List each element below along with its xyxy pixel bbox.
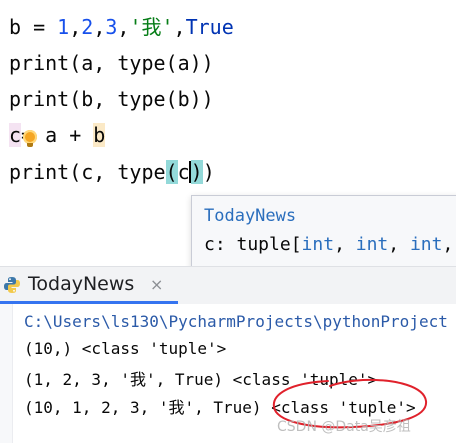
code-token: (	[165, 160, 178, 184]
quick-doc-popup: TodayNews c: tuple[int, int, int,	[191, 195, 456, 270]
console-line[interactable]: C:\Users\ls130\PycharmProjects\pythonPro…	[24, 312, 448, 331]
code-token: 1	[57, 15, 70, 39]
line-print-a[interactable]: print(a, type(a))	[9, 48, 214, 78]
code-token: b =	[9, 15, 58, 39]
code-token: ,	[93, 15, 106, 39]
console-line[interactable]: (1, 2, 3, '我', True) <class 'tuple'>	[24, 366, 377, 390]
code-token: print(b, type(b))	[9, 87, 214, 111]
popup-title[interactable]: TodayNews	[204, 206, 296, 226]
line-print-c[interactable]: print(c, type(c))	[9, 157, 215, 187]
code-token: print(a, type(a))	[9, 51, 214, 75]
code-token: ,	[173, 15, 186, 39]
close-icon[interactable]: ×	[150, 275, 163, 294]
sig-type[interactable]: int	[410, 234, 443, 255]
sig-sep: ,	[442, 234, 454, 255]
sig-sep: ,	[334, 234, 356, 255]
code-editor[interactable]: b = 1,2,3,'我',True print(a, type(a)) pri…	[0, 0, 456, 226]
code-token: print(c, type	[9, 160, 166, 184]
type-signature: c: tuple[int, int, int,	[204, 234, 456, 255]
code-token: )	[190, 160, 203, 184]
console-line[interactable]: (10,) <class 'tuple'>	[24, 339, 226, 358]
code-token: 2	[81, 15, 94, 39]
run-toolwindow-header: TodayNews ×	[0, 266, 456, 304]
code-token: )	[202, 160, 215, 184]
sig-prefix: c: tuple[	[204, 234, 302, 255]
run-tab-label: TodayNews	[28, 273, 135, 295]
watermark: CSDN @Data吴彦祖	[277, 419, 411, 435]
code-token: '我'	[129, 15, 174, 39]
console-gutter	[0, 304, 13, 443]
code-token: b	[93, 123, 106, 147]
code-token: 3	[105, 15, 118, 39]
code-token: True	[185, 15, 234, 39]
line-b-assign[interactable]: b = 1,2,3,'我',True	[9, 12, 234, 42]
run-tab-todaynews[interactable]: TodayNews ×	[0, 267, 178, 304]
sig-type[interactable]: int	[356, 234, 389, 255]
sig-sep: ,	[388, 234, 410, 255]
lightbulb-icon[interactable]	[23, 130, 37, 147]
code-token: ,	[69, 15, 82, 39]
console-line[interactable]: (10, 1, 2, 3, '我', True) <class 'tuple'>	[24, 394, 416, 418]
python-icon	[4, 277, 20, 293]
sig-type[interactable]: int	[302, 234, 335, 255]
code-token: c	[9, 123, 22, 147]
code-token: ,	[117, 15, 130, 39]
line-print-b[interactable]: print(b, type(b))	[9, 84, 214, 114]
